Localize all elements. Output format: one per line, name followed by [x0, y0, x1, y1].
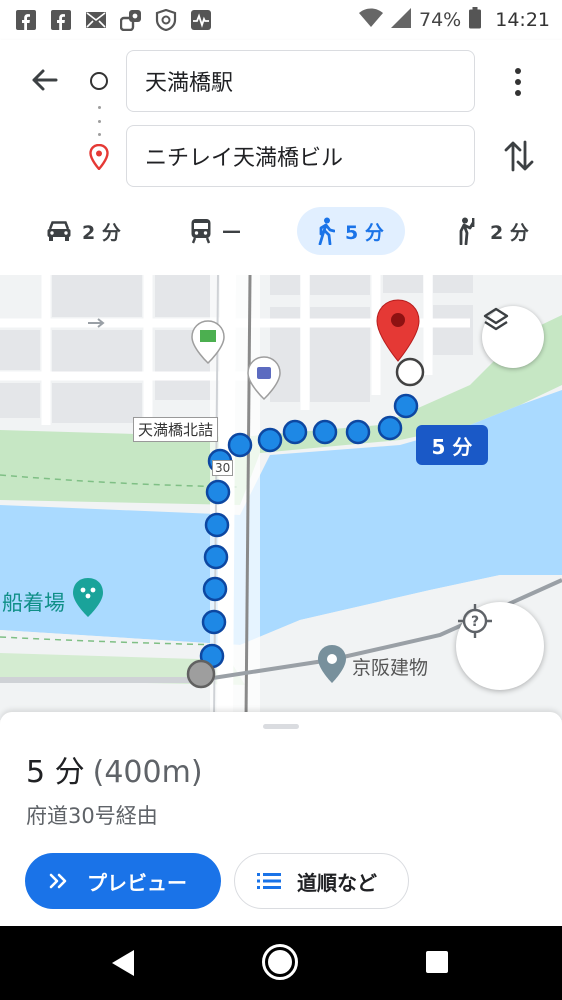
mail-icon — [84, 8, 108, 32]
origin-field[interactable]: 天満橋駅 — [126, 50, 475, 112]
my-location-button[interactable]: ? — [456, 602, 544, 690]
battery-percent: 74% — [419, 9, 462, 31]
destination-map-pin — [376, 299, 420, 362]
train-icon — [191, 219, 211, 244]
swap-button[interactable] — [500, 136, 538, 176]
more-options-button[interactable] — [503, 62, 533, 102]
preview-label: プレビュー — [87, 870, 187, 895]
facebook-icon — [14, 8, 38, 32]
route-distance: (400m) — [92, 755, 203, 790]
nav-back-button[interactable] — [110, 948, 136, 982]
mode-ride-time: 2 分 — [490, 221, 529, 244]
activity-icon — [189, 8, 213, 32]
layers-button[interactable] — [482, 306, 544, 368]
place-label: 京阪建物 — [352, 657, 429, 679]
arrow-left-icon — [32, 69, 58, 91]
status-bar: 74% 14:21 — [0, 0, 562, 40]
mode-transit-time: — — [222, 220, 241, 242]
back-button[interactable] — [26, 62, 62, 98]
steps-label: 道順など — [297, 870, 377, 895]
mode-walk[interactable]: 5 分 — [297, 207, 405, 255]
route-shield-30: 30 — [212, 460, 234, 476]
destination-pin-icon — [88, 143, 110, 171]
preview-button[interactable]: プレビュー — [25, 853, 221, 909]
nav-recents-button[interactable] — [426, 951, 448, 973]
system-nav-bar — [0, 926, 562, 1000]
layers-icon — [483, 307, 509, 331]
steps-button[interactable]: 道順など — [234, 853, 409, 909]
wifi-icon — [359, 8, 383, 33]
nav-home-button[interactable] — [262, 944, 298, 980]
mode-walk-time: 5 分 — [345, 221, 384, 244]
shield-icon — [154, 8, 178, 32]
route-summary-sheet[interactable]: 5 分 (400m) 府道30号経由 プレビュー 道順など — [0, 712, 562, 926]
mode-ride[interactable]: 2 分 — [456, 207, 529, 255]
route-connector-dots — [97, 106, 101, 136]
location-unknown-icon: ? — [458, 604, 492, 638]
list-icon — [257, 873, 281, 889]
facebook-icon — [49, 8, 73, 32]
signal-icon — [391, 7, 411, 33]
app-icon — [119, 8, 143, 32]
ride-hail-icon — [459, 217, 475, 245]
swap-icon — [504, 140, 534, 172]
route-origin-marker — [186, 659, 216, 689]
route-time-badge: 5 分 — [416, 425, 488, 465]
route-via: 府道30号経由 — [26, 804, 158, 828]
clock: 14:21 — [495, 9, 550, 31]
car-icon — [47, 221, 71, 241]
triangle-back-icon — [112, 950, 134, 976]
route-destination-marker — [395, 357, 425, 387]
map-view[interactable]: 天満橋北詰 30 船着場 京阪建物 5 分 ? — [0, 275, 562, 720]
walk-icon — [318, 217, 335, 245]
directions-header: 天満橋駅 ニチレイ天満橋ビル 2 分 — 5 分 2 分 — [0, 40, 562, 275]
drag-handle[interactable] — [263, 724, 299, 729]
origin-circle-icon — [90, 72, 108, 90]
travel-mode-bar: 2 分 — 5 分 2 分 — [0, 205, 562, 260]
pier-label: 船着場 — [2, 591, 65, 615]
mode-car-time: 2 分 — [82, 221, 121, 244]
svg-text:?: ? — [471, 614, 479, 630]
double-chevron-icon — [49, 873, 67, 889]
mode-car[interactable]: 2 分 — [46, 207, 121, 255]
mode-transit[interactable]: — — [190, 207, 241, 255]
route-duration: 5 分 — [26, 755, 85, 790]
route-summary: 5 分 (400m) — [26, 747, 203, 791]
battery-icon — [469, 6, 482, 34]
destination-field[interactable]: ニチレイ天満橋ビル — [126, 125, 475, 187]
intersection-label: 天満橋北詰 — [133, 417, 219, 442]
